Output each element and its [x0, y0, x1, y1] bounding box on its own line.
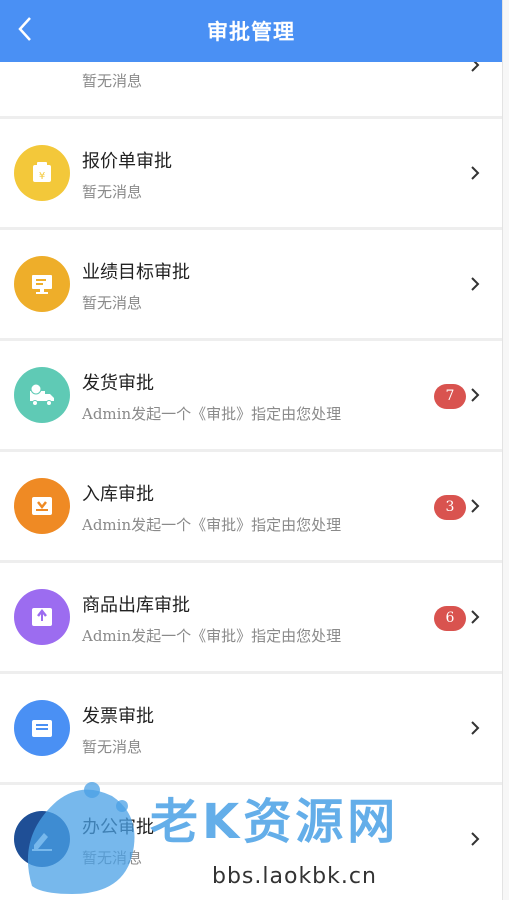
- item-subtitle: 暂无消息: [82, 849, 143, 867]
- delivery-truck-icon: [14, 367, 70, 423]
- item-subtitle: 暂无消息: [82, 294, 143, 312]
- item-title: 报价单审批: [82, 151, 172, 172]
- item-title: 办公审批: [82, 817, 154, 838]
- watermark-text: 老K资源网: [150, 794, 400, 850]
- item-title: 业绩目标审批: [82, 262, 190, 283]
- chevron-right-icon: [471, 166, 480, 180]
- office-icon: [14, 811, 70, 867]
- unread-count-badge: 3: [434, 495, 466, 520]
- inbox-icon: [14, 478, 70, 534]
- header-bar: 审批管理: [0, 0, 502, 62]
- item-title: 商品出库审批: [82, 595, 190, 616]
- item-subtitle: Admin发起一个《审批》指定由您处理: [82, 627, 342, 645]
- approval-item-quotation[interactable]: ¥ 报价单审批 暂无消息: [0, 119, 502, 227]
- chevron-right-icon: [471, 388, 480, 402]
- item-subtitle: 暂无消息: [82, 738, 143, 756]
- outbox-icon: [14, 589, 70, 645]
- chevron-right-icon: [471, 499, 480, 513]
- chevron-right-icon: [471, 277, 480, 291]
- approval-item-shipping[interactable]: 发货审批 Admin发起一个《审批》指定由您处理 7: [0, 341, 502, 449]
- item-title: 发货审批: [82, 373, 154, 394]
- item-subtitle: 暂无消息: [82, 183, 143, 201]
- svg-text:¥: ¥: [39, 171, 45, 182]
- scrollbar[interactable]: [502, 0, 509, 900]
- monitor-icon: [14, 256, 70, 312]
- approval-item-invoice[interactable]: 发票审批 暂无消息: [0, 674, 502, 782]
- page-title: 审批管理: [207, 19, 295, 44]
- invoice-icon: [14, 700, 70, 756]
- unread-count-badge: 7: [434, 384, 466, 409]
- item-subtitle: Admin发起一个《审批》指定由您处理: [82, 405, 342, 423]
- unread-count-badge: 6: [434, 606, 466, 631]
- chevron-right-icon: [471, 721, 480, 735]
- chevron-right-icon: [471, 832, 480, 846]
- item-title: 发票审批: [82, 706, 154, 727]
- yuan-bag-icon: ¥: [14, 145, 70, 201]
- item-title: 入库审批: [82, 484, 154, 505]
- approval-item-warehouse-in[interactable]: 入库审批 Admin发起一个《审批》指定由您处理 3: [0, 452, 502, 560]
- approval-item-performance[interactable]: 业绩目标审批 暂无消息: [0, 230, 502, 338]
- item-subtitle: Admin发起一个《审批》指定由您处理: [82, 516, 342, 534]
- item-subtitle: 暂无消息: [82, 72, 143, 90]
- chevron-right-icon: [471, 610, 480, 624]
- approval-item-goods-out[interactable]: 商品出库审批 Admin发起一个《审批》指定由您处理 6: [0, 563, 502, 671]
- watermark-url: bbs.laokbk.cn: [212, 864, 377, 889]
